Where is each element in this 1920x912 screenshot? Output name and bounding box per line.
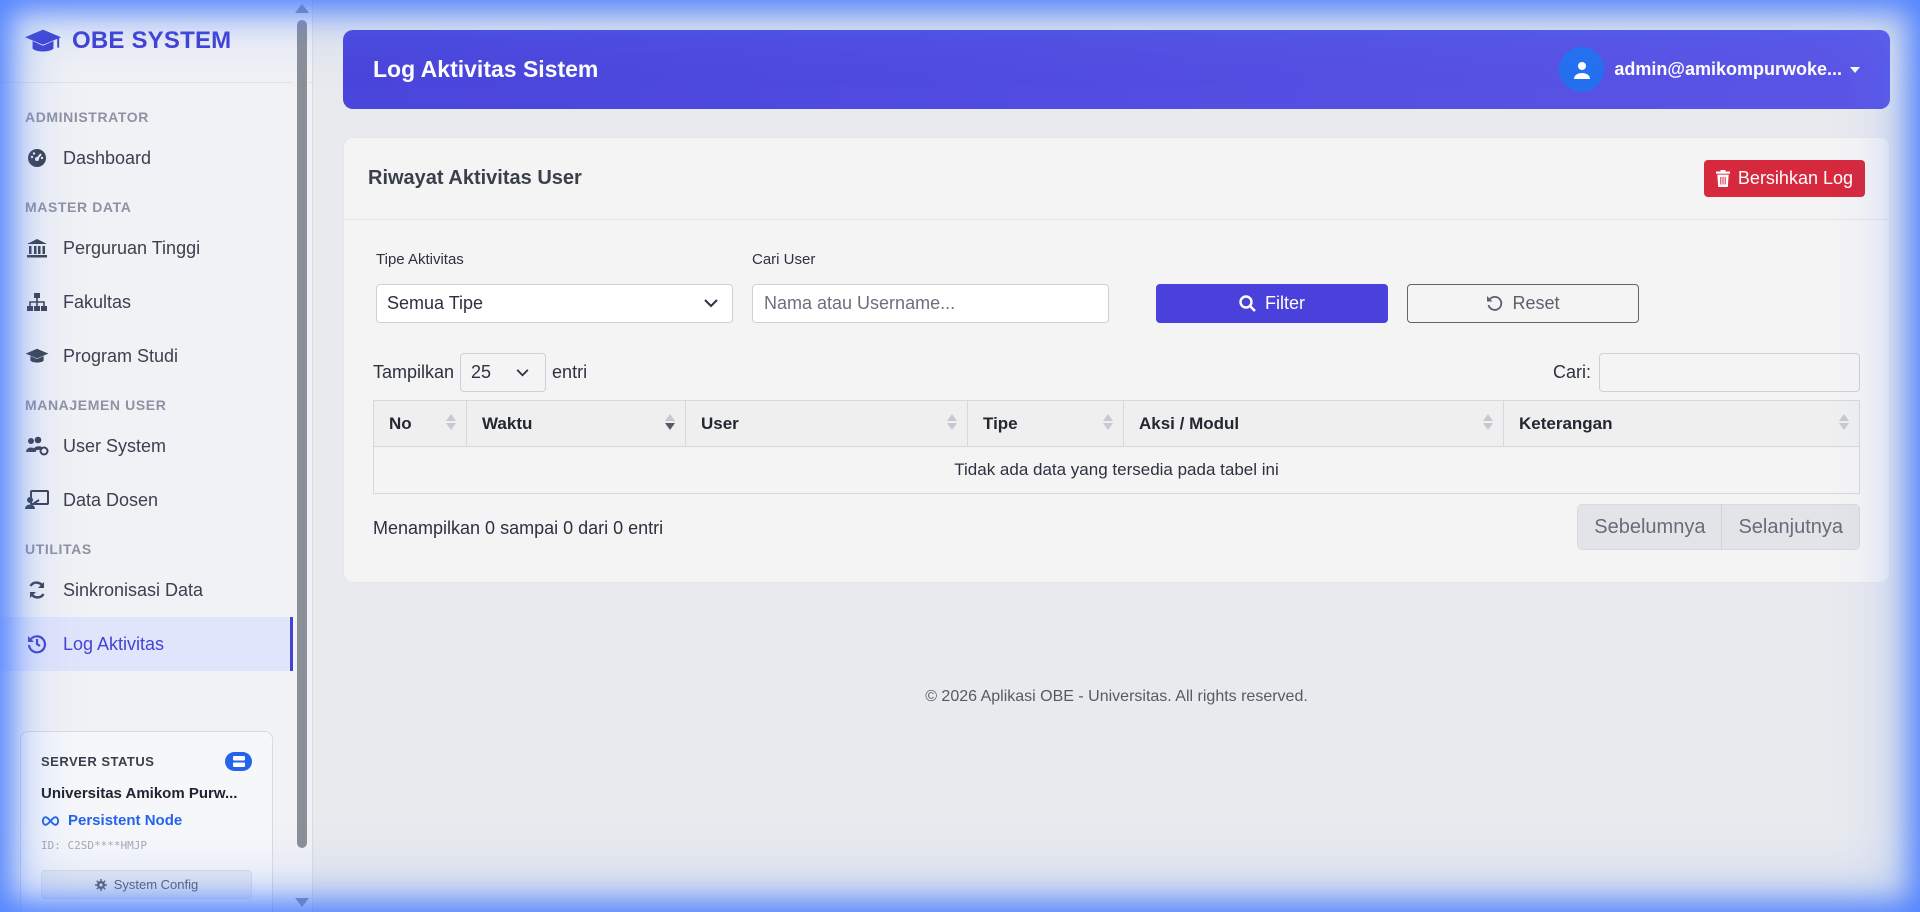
server-status-title: SERVER STATUS	[41, 754, 155, 769]
teacher-icon	[25, 489, 49, 511]
sidebar-item-label: Perguruan Tinggi	[63, 237, 201, 258]
sidebar-item-fakultas[interactable]: Fakultas	[0, 275, 293, 329]
sort-desc-icon	[665, 414, 675, 430]
sort-icon	[446, 414, 456, 430]
entries-per-page-select[interactable]: 25	[460, 353, 547, 392]
graduation-cap-icon	[25, 345, 49, 367]
table-header-row: No Waktu User Tipe Aksi / Modul Keterang…	[373, 400, 1860, 447]
sidebar-item-data-dosen[interactable]: Data Dosen	[0, 473, 293, 527]
footer: © 2026 Aplikasi OBE - Universitas. All r…	[925, 688, 1308, 705]
activity-type-label: Tipe Aktivitas	[376, 251, 464, 268]
sort-icon	[1103, 414, 1113, 430]
entries-length-control: Tampilkan 25 entri	[373, 353, 587, 392]
search-icon	[1239, 295, 1256, 312]
brand-name: OBE SYSTEM	[72, 27, 232, 54]
undo-icon	[1487, 296, 1503, 311]
activity-table: No Waktu User Tipe Aksi / Modul Keterang…	[373, 400, 1860, 494]
activity-log-card: Riwayat Aktivitas User Bersihkan Log Tip…	[343, 137, 1890, 583]
card-title: Riwayat Aktivitas User	[368, 167, 582, 189]
history-icon	[25, 633, 49, 655]
column-header-no[interactable]: No	[373, 400, 467, 447]
user-menu[interactable]: admin@amikompurwoke...	[1559, 47, 1860, 92]
sidebar-item-sinkronisasi-data[interactable]: Sinkronisasi Data	[0, 563, 293, 617]
nav-heading-master-data: MASTER DATA	[25, 199, 132, 215]
length-prefix: Tampilkan	[373, 362, 455, 382]
chevron-down-icon	[516, 369, 529, 377]
empty-table-message: Tidak ada data yang tersedia pada tabel …	[373, 446, 1860, 494]
length-suffix: entri	[552, 362, 588, 382]
sitemap-icon	[25, 291, 49, 313]
scroll-down-arrow[interactable]	[295, 898, 309, 907]
sidebar-item-label: User System	[63, 435, 167, 456]
table-row: Tidak ada data yang tersedia pada tabel …	[373, 446, 1860, 494]
university-icon	[25, 237, 49, 259]
column-header-keterangan[interactable]: Keterangan	[1503, 400, 1860, 447]
sync-icon	[25, 579, 49, 601]
clear-log-button[interactable]: Bersihkan Log	[1703, 160, 1865, 197]
filter-form: Tipe Aktivitas Semua Tipe Cari User Nama…	[373, 251, 1863, 331]
dashboard-icon	[25, 147, 49, 169]
column-header-aksi-modul[interactable]: Aksi / Modul	[1123, 400, 1504, 447]
sidebar-scroll-thumb[interactable]	[297, 20, 307, 848]
gear-icon	[94, 878, 107, 891]
column-header-waktu[interactable]: Waktu	[466, 400, 686, 447]
table-search-input[interactable]	[1599, 353, 1860, 392]
sidebar-item-user-system[interactable]: User System	[0, 419, 293, 473]
sidebar-item-program-studi[interactable]: Program Studi	[0, 329, 293, 383]
sidebar-item-label: Dashboard	[63, 147, 152, 168]
chevron-down-icon	[704, 299, 718, 308]
users-cog-icon	[25, 435, 49, 457]
column-header-tipe[interactable]: Tipe	[967, 400, 1124, 447]
sidebar-item-label: Program Studi	[63, 345, 179, 366]
nav-heading-administrator: ADMINISTRATOR	[25, 109, 149, 125]
column-header-user[interactable]: User	[685, 400, 968, 447]
sidebar-item-log-aktivitas[interactable]: Log Aktivitas	[0, 617, 293, 671]
caret-down-icon	[1850, 66, 1860, 73]
user-email: admin@amikompurwoke...	[1614, 59, 1842, 79]
page-title: Log Aktivitas Sistem	[373, 56, 599, 82]
sort-icon	[1839, 414, 1849, 430]
user-avatar-icon	[1559, 47, 1605, 92]
reset-button[interactable]: Reset	[1407, 284, 1639, 323]
brand[interactable]: OBE SYSTEM	[0, 0, 312, 83]
trash-icon	[1715, 170, 1730, 187]
card-header: Riwayat Aktivitas User Bersihkan Log	[344, 138, 1889, 220]
pagination: Sebelumnya Selanjutnya	[1577, 504, 1860, 550]
sidebar: OBE SYSTEM ADMINISTRATOR Dashboard MASTE…	[0, 0, 313, 912]
filter-button[interactable]: Filter	[1156, 284, 1388, 323]
sidebar-nav: ADMINISTRATOR Dashboard MASTER DATA Perg…	[0, 83, 312, 671]
sort-icon	[947, 414, 957, 430]
scroll-up-arrow[interactable]	[295, 4, 309, 13]
sidebar-item-label: Data Dosen	[63, 489, 159, 510]
server-id: ID: C2SD****HMJP	[41, 839, 147, 852]
sidebar-item-label: Fakultas	[63, 291, 132, 312]
server-university: Universitas Amikom Purw...	[41, 785, 238, 802]
next-page-button[interactable]: Selanjutnya	[1721, 505, 1859, 549]
sidebar-item-dashboard[interactable]: Dashboard	[0, 131, 293, 185]
previous-page-button[interactable]: Sebelumnya	[1578, 505, 1722, 549]
nav-heading-utilitas: UTILITAS	[25, 541, 92, 557]
sort-icon	[1483, 414, 1493, 430]
table-search: Cari:	[1553, 353, 1860, 392]
table-info: Menampilkan 0 sampai 0 dari 0 entri	[373, 518, 664, 538]
top-bar: Log Aktivitas Sistem admin@amikompurwoke…	[343, 30, 1890, 109]
server-icon	[225, 752, 252, 771]
activity-type-select[interactable]: Semua Tipe	[376, 284, 733, 323]
table-search-label: Cari:	[1552, 362, 1591, 382]
search-user-input[interactable]: Nama atau Username...	[752, 284, 1109, 323]
server-node: Persistent Node	[41, 812, 252, 829]
infinity-icon	[41, 815, 60, 826]
search-user-label: Cari User	[752, 251, 816, 268]
nav-heading-manajemen-user: MANAJEMEN USER	[25, 397, 167, 413]
sidebar-item-label: Log Aktivitas	[63, 633, 165, 654]
sidebar-item-label: Sinkronisasi Data	[63, 579, 204, 600]
graduation-cap-logo-icon	[24, 29, 62, 52]
server-status-card: SERVER STATUS Universitas Amikom Purw...…	[20, 731, 273, 912]
sidebar-item-perguruan-tinggi[interactable]: Perguruan Tinggi	[0, 221, 293, 275]
system-config-button[interactable]: System Config	[41, 870, 252, 899]
